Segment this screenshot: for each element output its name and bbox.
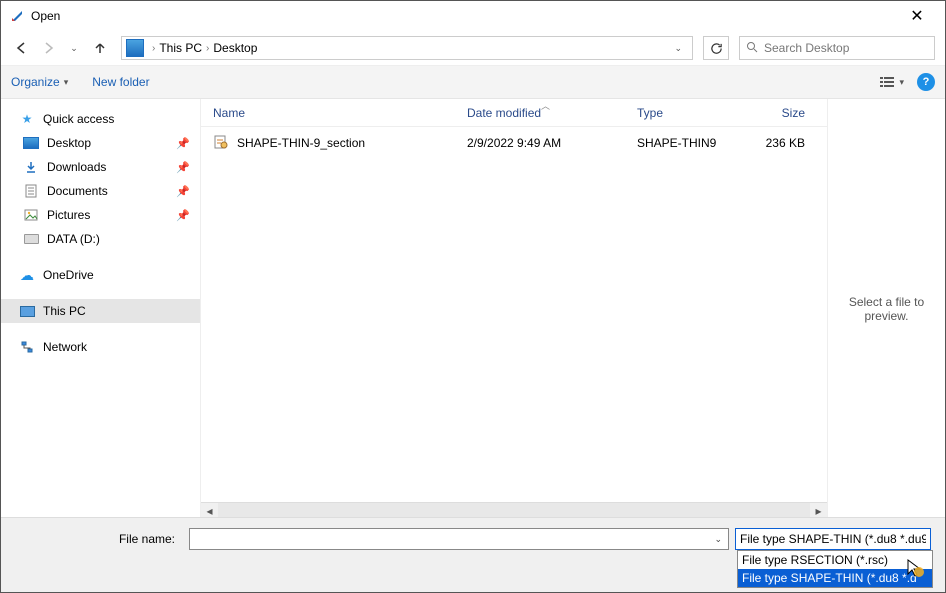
column-headers: ︿ Name Date modified Type Size — [201, 99, 827, 127]
picture-icon — [23, 207, 39, 223]
file-icon — [213, 134, 231, 153]
file-date: 2/9/2022 9:49 AM — [467, 136, 637, 150]
file-type: SHAPE-THIN9 — [637, 136, 733, 150]
tree-label: Documents — [47, 184, 108, 198]
organize-menu[interactable]: Organize ▾ — [11, 75, 68, 89]
breadcrumb-this-pc[interactable]: This PC — [159, 41, 202, 55]
tree-network[interactable]: Network — [1, 335, 200, 359]
column-header-type[interactable]: Type — [637, 106, 733, 120]
sort-indicator-icon: ︿ — [541, 99, 550, 112]
tree-downloads[interactable]: Downloads 📌 — [1, 155, 200, 179]
tree-label: OneDrive — [43, 268, 94, 282]
monitor-icon — [19, 303, 35, 319]
breadcrumb-separator-icon: › — [152, 43, 155, 54]
app-icon — [9, 8, 25, 24]
pin-icon: 📌 — [176, 185, 190, 198]
filetype-option-shapethin[interactable]: File type SHAPE-THIN (*.du8 *.d — [738, 569, 932, 587]
tree-label: DATA (D:) — [47, 232, 100, 246]
tree-this-pc[interactable]: This PC — [1, 299, 200, 323]
window-title: Open — [31, 9, 897, 23]
filetype-dropdown: File type RSECTION (*.rsc) File type SHA… — [737, 550, 933, 588]
pin-icon: 📌 — [176, 137, 190, 150]
refresh-button[interactable] — [703, 36, 729, 60]
new-folder-button[interactable]: New folder — [92, 75, 149, 89]
address-dropdown-icon[interactable]: ⌄ — [668, 43, 688, 54]
tree-documents[interactable]: Documents 📌 — [1, 179, 200, 203]
tree-label: Quick access — [43, 112, 114, 126]
search-icon — [746, 41, 758, 56]
address-bar[interactable]: › This PC › Desktop ⌄ — [121, 36, 693, 60]
filename-input[interactable]: ⌄ — [189, 528, 729, 550]
tree-label: Network — [43, 340, 87, 354]
view-icon — [879, 75, 897, 89]
tree-data-drive[interactable]: DATA (D:) — [1, 227, 200, 251]
tree-label: Pictures — [47, 208, 90, 222]
main-area: ★ Quick access Desktop 📌 Downloads 📌 Doc… — [1, 99, 945, 519]
forward-button[interactable] — [37, 37, 59, 59]
chevron-down-icon: ▾ — [64, 77, 69, 88]
filename-label: File name: — [13, 532, 183, 546]
cloud-icon: ☁ — [19, 267, 35, 283]
filetype-option-rsection[interactable]: File type RSECTION (*.rsc) — [738, 551, 932, 569]
file-name: SHAPE-THIN-9_section — [237, 136, 467, 150]
location-icon — [126, 39, 144, 57]
title-bar: Open ✕ — [1, 1, 945, 31]
back-button[interactable] — [11, 37, 33, 59]
tree-pictures[interactable]: Pictures 📌 — [1, 203, 200, 227]
preview-pane: Select a file to preview. — [827, 99, 945, 519]
view-options-button[interactable]: ▾ — [874, 72, 909, 92]
tree-onedrive[interactable]: ☁ OneDrive — [1, 263, 200, 287]
tree-desktop[interactable]: Desktop 📌 — [1, 131, 200, 155]
pin-icon: 📌 — [176, 161, 190, 174]
chevron-down-icon: ▾ — [899, 77, 904, 88]
breadcrumb-desktop[interactable]: Desktop — [213, 41, 257, 55]
download-icon — [23, 159, 39, 175]
file-row[interactable]: SHAPE-THIN-9_section 2/9/2022 9:49 AM SH… — [213, 131, 827, 155]
column-header-name[interactable]: Name — [213, 106, 467, 120]
chevron-down-icon[interactable]: ⌄ — [708, 534, 728, 545]
star-icon: ★ — [19, 111, 35, 127]
document-icon — [23, 183, 39, 199]
search-input[interactable]: Search Desktop — [739, 36, 935, 60]
tree-label: This PC — [43, 304, 86, 318]
filetype-select[interactable]: File type SHAPE-THIN (*.du8 *.du9) — [735, 528, 931, 550]
navigation-row: ⌄ › This PC › Desktop ⌄ Search Desktop — [1, 31, 945, 65]
up-button[interactable] — [89, 37, 111, 59]
file-rows: SHAPE-THIN-9_section 2/9/2022 9:49 AM SH… — [201, 127, 827, 502]
close-button[interactable]: ✕ — [897, 6, 937, 26]
recent-locations-button[interactable]: ⌄ — [63, 37, 85, 59]
filetype-selected-label: File type SHAPE-THIN (*.du8 *.du9) — [740, 532, 926, 546]
tree-label: Desktop — [47, 136, 91, 150]
organize-label: Organize — [11, 75, 60, 89]
file-size: 236 KB — [733, 136, 805, 150]
drive-icon — [23, 231, 39, 247]
tree-quick-access[interactable]: ★ Quick access — [1, 107, 200, 131]
tree-label: Downloads — [47, 160, 106, 174]
file-list-panel: ︿ Name Date modified Type Size SHAPE-THI… — [201, 99, 827, 519]
help-button[interactable]: ? — [917, 73, 935, 91]
preview-empty-text: Select a file to preview. — [836, 295, 937, 323]
network-icon — [19, 339, 35, 355]
command-toolbar: Organize ▾ New folder ▾ ? — [1, 65, 945, 99]
navigation-tree: ★ Quick access Desktop 📌 Downloads 📌 Doc… — [1, 99, 201, 519]
breadcrumb-separator-icon: › — [206, 43, 209, 54]
desktop-icon — [23, 135, 39, 151]
column-header-date[interactable]: Date modified — [467, 106, 637, 120]
pin-icon: 📌 — [176, 209, 190, 222]
search-placeholder: Search Desktop — [764, 41, 849, 55]
dialog-footer: File name: ⌄ File type SHAPE-THIN (*.du8… — [1, 517, 945, 592]
column-header-size[interactable]: Size — [733, 106, 805, 120]
